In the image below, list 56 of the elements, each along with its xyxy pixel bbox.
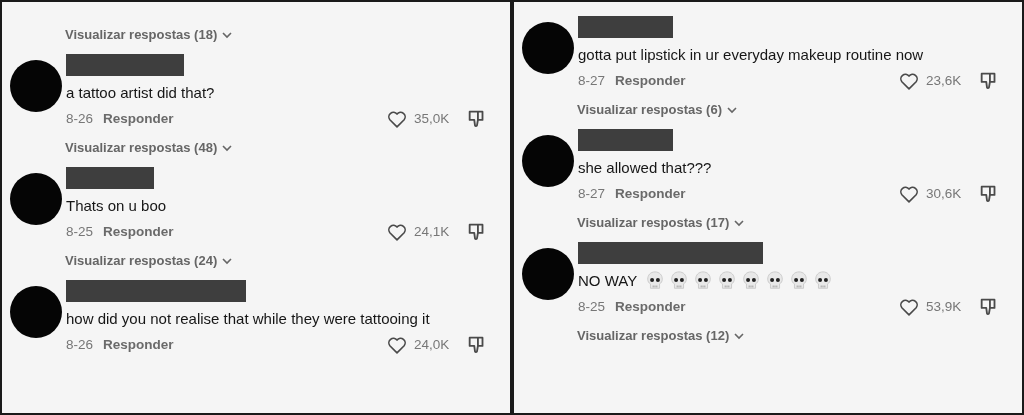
skull-icon [813, 270, 834, 291]
heart-icon[interactable] [386, 334, 408, 356]
avatar[interactable] [522, 135, 574, 187]
chevron-down-icon [221, 142, 234, 154]
reply-link[interactable]: Responder [103, 108, 174, 130]
skull-icon [717, 270, 738, 291]
like-count: 24,0K [414, 335, 451, 354]
heart-icon[interactable] [386, 221, 408, 243]
skull-icon [741, 270, 762, 291]
comment-date: 8-25 [578, 297, 606, 316]
view-replies-link[interactable]: Visualizar respostas (12) [577, 321, 746, 351]
view-replies-link[interactable]: Visualizar respostas (17) [577, 208, 746, 238]
like-count: 24,1K [414, 222, 451, 241]
chevron-down-icon [726, 104, 738, 116]
comment-text: how did you not realise that while they were tattooing it [66, 309, 430, 329]
view-replies-link[interactable]: Visualizar respostas (18) [65, 20, 234, 50]
chevron-down-icon [221, 29, 234, 41]
heart-icon[interactable] [386, 108, 408, 130]
chevron-down-icon [733, 217, 746, 229]
comment-date: 8-27 [578, 184, 606, 203]
skull-icon [789, 270, 810, 291]
comment-text: a tattoo artist did that? [66, 83, 215, 103]
skull-icon [765, 270, 786, 291]
avatar[interactable] [10, 60, 62, 112]
reply-link[interactable]: Responder [615, 70, 686, 92]
comment-date: 8-26 [66, 335, 94, 354]
reply-link[interactable]: Responder [615, 296, 686, 318]
comment-date: 8-27 [578, 71, 606, 90]
heart-icon[interactable] [898, 70, 920, 92]
reply-link[interactable]: Responder [615, 183, 686, 205]
avatar[interactable] [522, 248, 574, 300]
like-count: 23,6K [926, 71, 963, 90]
chevron-down-icon [221, 255, 234, 267]
reply-link[interactable]: Responder [103, 221, 174, 243]
skull-icon [669, 270, 690, 291]
heart-icon[interactable] [898, 183, 920, 205]
avatar[interactable] [522, 22, 574, 74]
view-replies-link[interactable]: Visualizar respostas (48) [65, 133, 234, 163]
comment-date: 8-25 [66, 222, 94, 241]
avatar[interactable] [10, 173, 62, 225]
view-replies-link[interactable]: Visualizar respostas (6) [577, 95, 738, 125]
like-count: 30,6K [926, 184, 963, 203]
chevron-down-icon [733, 330, 746, 342]
reply-link[interactable]: Responder [103, 334, 174, 356]
comment-text: Thats on u boo [66, 196, 167, 216]
like-count: 53,9K [926, 297, 963, 316]
view-replies-link[interactable]: Visualizar respostas (24) [65, 246, 234, 276]
heart-icon[interactable] [898, 296, 920, 318]
comment-date: 8-26 [66, 109, 94, 128]
comment-text: NO WAY [578, 271, 638, 291]
comment-text: she allowed that??? [578, 158, 712, 178]
like-count: 35,0K [414, 109, 451, 128]
skull-icon [645, 270, 666, 291]
skull-icon [693, 270, 714, 291]
comment-text: gotta put lipstick in ur everyday makeup routine now [578, 45, 924, 65]
avatar[interactable] [10, 286, 62, 338]
